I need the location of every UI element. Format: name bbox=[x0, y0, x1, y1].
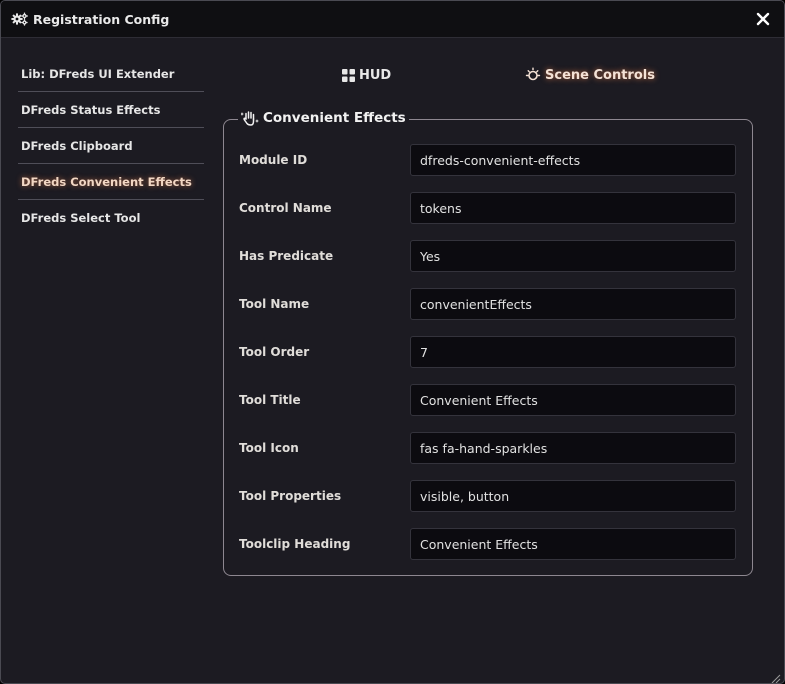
sidebar-item-clipboard[interactable]: DFreds Clipboard bbox=[18, 128, 204, 164]
gears-icon bbox=[11, 11, 29, 27]
hand-sparkles-icon bbox=[241, 110, 259, 126]
tool-icon-input[interactable]: fas fa-hand-sparkles bbox=[410, 432, 736, 464]
window-title: Registration Config bbox=[33, 11, 170, 27]
field-row-tool-title: Tool Title Convenient Effects bbox=[239, 384, 737, 416]
grid-icon bbox=[342, 68, 355, 82]
fieldset-legend-label: Convenient Effects bbox=[263, 110, 406, 126]
toolclip-heading-input[interactable]: Convenient Effects bbox=[410, 528, 736, 560]
sidebar-item-convenient-effects[interactable]: DFreds Convenient Effects bbox=[18, 164, 204, 200]
field-row-tool-order: Tool Order 7 bbox=[239, 336, 737, 368]
tool-name-input[interactable]: convenientEffects bbox=[410, 288, 736, 320]
field-row-tool-properties: Tool Properties visible, button bbox=[239, 480, 737, 512]
field-label: Tool Name bbox=[239, 297, 310, 311]
tab-hud[interactable]: HUD bbox=[342, 63, 391, 87]
field-label: Control Name bbox=[239, 201, 332, 215]
field-row-control-name: Control Name tokens bbox=[239, 192, 737, 224]
sidebar-item-status-effects[interactable]: DFreds Status Effects bbox=[18, 92, 204, 128]
registration-config-window: Registration Config Lib: DFreds UI Exten… bbox=[0, 0, 785, 684]
tool-order-input[interactable]: 7 bbox=[410, 336, 736, 368]
module-id-input[interactable]: dfreds-convenient-effects bbox=[410, 144, 736, 176]
sidebar: Lib: DFreds UI Extender DFreds Status Ef… bbox=[18, 56, 204, 236]
field-label: Tool Order bbox=[239, 345, 310, 359]
tab-scene-controls[interactable]: Scene Controls bbox=[525, 63, 655, 87]
tab-hud-label: HUD bbox=[359, 67, 392, 83]
sun-icon bbox=[525, 67, 541, 83]
field-label: Tool Icon bbox=[239, 441, 299, 455]
field-row-has-predicate: Has Predicate Yes bbox=[239, 240, 737, 272]
field-label: Tool Title bbox=[239, 393, 301, 407]
title-bar[interactable]: Registration Config bbox=[1, 1, 784, 38]
field-label: Has Predicate bbox=[239, 249, 334, 263]
field-label: Module ID bbox=[239, 153, 308, 167]
field-label: Tool Properties bbox=[239, 489, 342, 503]
tab-bar: HUD Scene Controls bbox=[223, 63, 753, 87]
field-label: Toolclip Heading bbox=[239, 537, 351, 551]
convenient-effects-fieldset: Convenient Effects Module ID dfreds-conv… bbox=[223, 110, 753, 576]
tab-scene-controls-label: Scene Controls bbox=[545, 67, 655, 83]
sidebar-item-select-tool[interactable]: DFreds Select Tool bbox=[18, 200, 204, 236]
close-icon[interactable] bbox=[756, 11, 770, 26]
field-row-tool-name: Tool Name convenientEffects bbox=[239, 288, 737, 320]
tool-title-input[interactable]: Convenient Effects bbox=[410, 384, 736, 416]
sidebar-item-lib-ui-extender[interactable]: Lib: DFreds UI Extender bbox=[18, 56, 204, 92]
field-row-module-id: Module ID dfreds-convenient-effects bbox=[239, 144, 737, 176]
tool-properties-input[interactable]: visible, button bbox=[410, 480, 736, 512]
fieldset-legend: Convenient Effects bbox=[238, 110, 409, 126]
field-row-tool-icon: Tool Icon fas fa-hand-sparkles bbox=[239, 432, 737, 464]
has-predicate-input[interactable]: Yes bbox=[410, 240, 736, 272]
control-name-input[interactable]: tokens bbox=[410, 192, 736, 224]
field-row-toolclip-heading: Toolclip Heading Convenient Effects bbox=[239, 528, 737, 560]
resize-handle-icon[interactable] bbox=[770, 669, 781, 683]
